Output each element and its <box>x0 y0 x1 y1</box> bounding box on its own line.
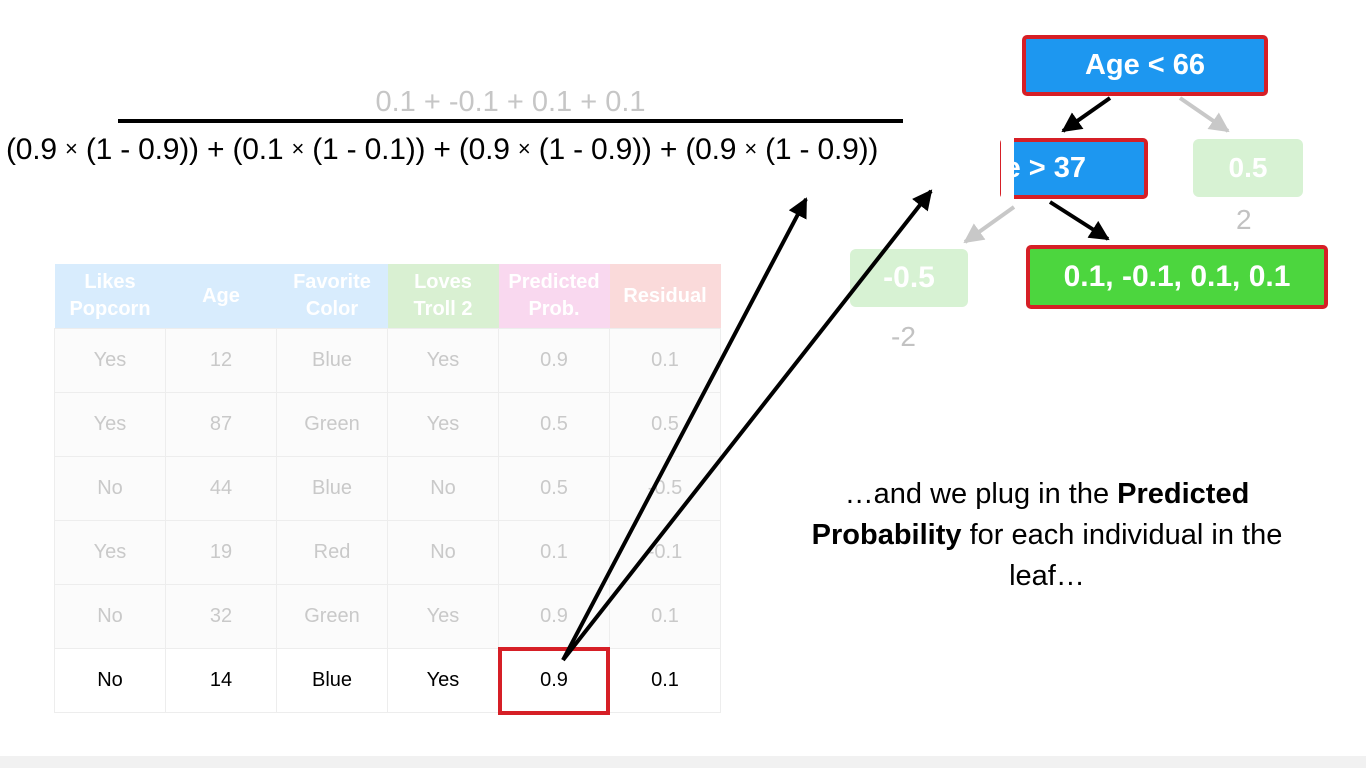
plug-in-arrow-1 <box>561 197 808 661</box>
tree-edge-root-to-right-leaf <box>1178 96 1230 133</box>
arrows-layer <box>561 96 1230 662</box>
tree-edge-mid-to-active-leaf <box>1048 200 1110 241</box>
caption: …and we plug in the Predicted Probabilit… <box>811 478 1283 592</box>
tree-edge-mid-to-left-leaf <box>963 205 1016 244</box>
tree-edge-root-to-mid <box>1061 96 1112 133</box>
